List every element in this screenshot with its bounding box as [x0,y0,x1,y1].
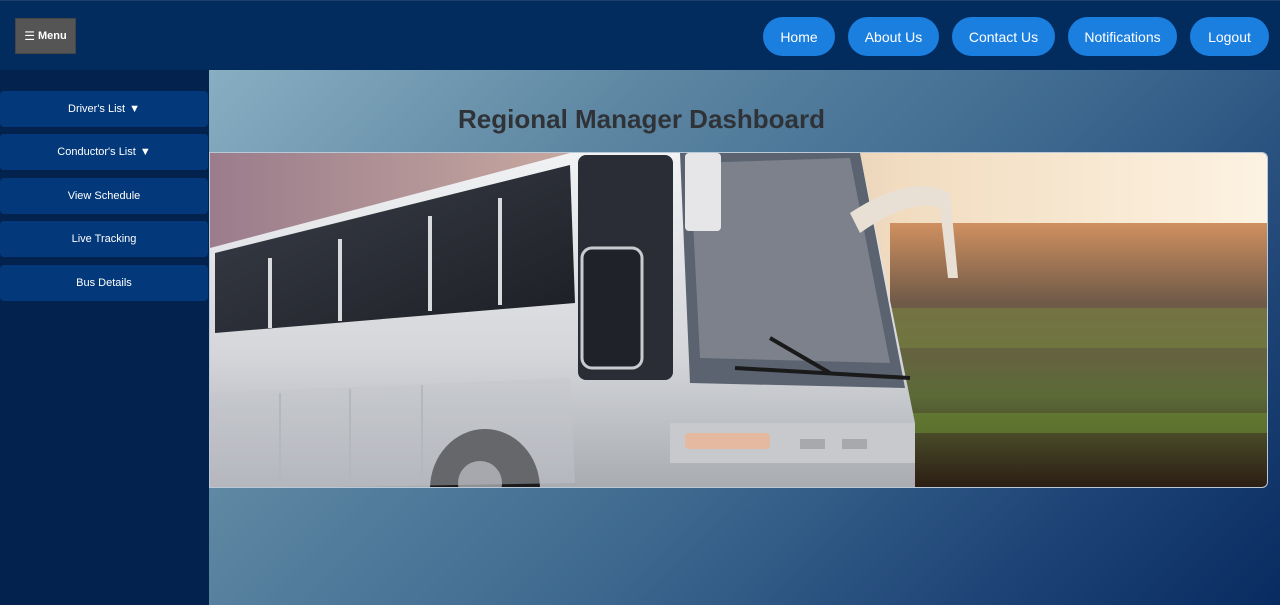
main-nav: Home About Us Contact Us Notifications L… [763,17,1269,56]
nav-contact-us-button[interactable]: Contact Us [952,17,1055,56]
sidebar-item-label: Driver's List [68,103,126,115]
sidebar: Driver's List ▼ Conductor's List ▼ View … [0,70,209,605]
sidebar-item-drivers-list[interactable]: Driver's List ▼ [0,91,208,127]
main-content: Regional Manager Dashboard [209,70,1280,605]
caret-down-icon: ▼ [129,103,140,115]
sidebar-item-view-schedule[interactable]: View Schedule [0,178,208,214]
nav-home-button[interactable]: Home [763,17,835,56]
sidebar-item-label: Conductor's List [57,146,136,158]
top-navbar: ☰ Menu Home About Us Contact Us Notifica… [0,0,1280,70]
menu-toggle-button[interactable]: ☰ Menu [15,18,76,54]
menu-label: Menu [38,30,67,42]
nav-logout-button[interactable]: Logout [1190,17,1269,56]
sidebar-item-label: View Schedule [67,190,141,202]
sidebar-item-bus-details[interactable]: Bus Details [0,265,208,301]
sidebar-item-conductors-list[interactable]: Conductor's List ▼ [0,134,208,170]
page-title: Regional Manager Dashboard [458,104,825,134]
nav-about-us-button[interactable]: About Us [848,17,939,56]
sidebar-item-label: Live Tracking [71,233,137,245]
caret-down-icon: ▼ [139,146,151,158]
sidebar-item-live-tracking[interactable]: Live Tracking [0,221,208,257]
bus-banner-image [209,152,1268,488]
sidebar-item-label: Bus Details [76,277,132,289]
hamburger-icon: ☰ [24,29,36,43]
nav-notifications-button[interactable]: Notifications [1068,17,1177,56]
